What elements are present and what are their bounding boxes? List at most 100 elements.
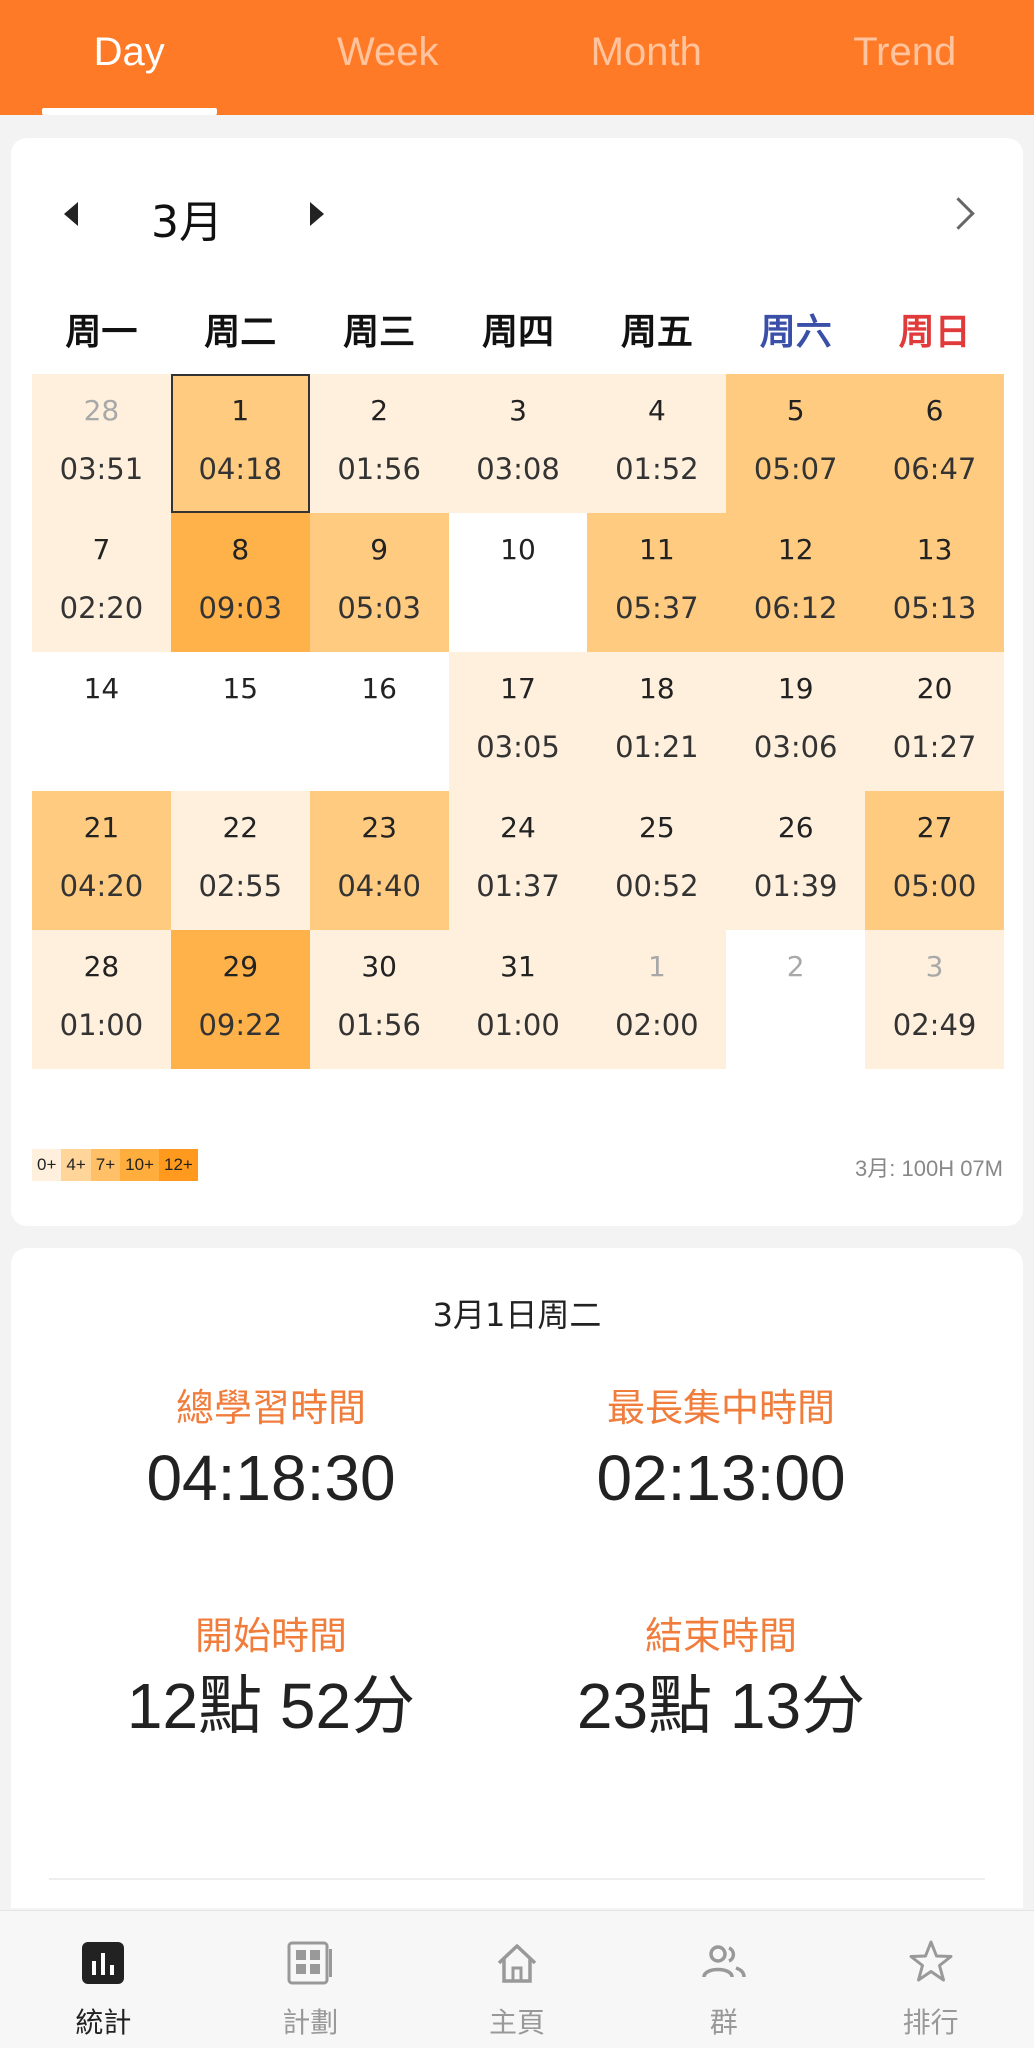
legend-level-0: 0+ (32, 1149, 62, 1181)
nav-home[interactable]: 主頁 (414, 1911, 621, 2048)
calendar-day-cell[interactable]: 22 02:55 (170, 791, 310, 930)
calendar-day-cell[interactable]: 3 03:08 (448, 374, 588, 513)
calendar-day-cell[interactable]: 20 01:27 (865, 652, 1004, 791)
day-number: 26 (777, 811, 814, 844)
nav-ranking[interactable]: 排行 (827, 1911, 1034, 2048)
chevron-right-icon[interactable] (939, 190, 983, 238)
calendar-day-cell[interactable]: 17 03:05 (448, 652, 588, 791)
day-study-time: 03:06 (753, 730, 838, 764)
day-number: 28 (83, 950, 120, 983)
calendar-day-cell[interactable]: 30 01:56 (309, 930, 449, 1069)
day-number: 25 (639, 811, 675, 844)
day-number: 10 (500, 533, 536, 566)
calendar-card: 3月 周一 周二 周三 周四 周五 周六 周日 28 03:51 1 04:18 2 01… (11, 138, 1023, 1226)
weekday-tue: 周二 (204, 312, 277, 353)
day-study-time: 06:47 (892, 452, 977, 486)
tab-day[interactable]: Day (0, 0, 259, 115)
calendar-grid: 28 03:51 1 04:18 2 01:56 3 03:08 4 01:52 5 05:07 6 06… (32, 374, 1004, 1069)
longest-focus-label: 最長集中時間 (606, 1386, 835, 1430)
longest-focus-stat: 最長集中時間 02:13:00 (491, 1378, 951, 1518)
calendar-day-cell[interactable]: 21 04:20 (32, 791, 171, 930)
calendar-day-cell[interactable]: 14 (32, 652, 171, 791)
nav-group-label: 群 (709, 2006, 738, 2039)
day-study-time: 05:37 (615, 591, 699, 625)
day-number: 23 (361, 811, 397, 844)
day-study-time: 02:00 (615, 1008, 699, 1042)
calendar-day-cell[interactable]: 5 05:07 (726, 374, 866, 513)
calendar-day-cell[interactable]: 28 01:00 (32, 930, 171, 1069)
bottom-navigation: 統計 計劃 主頁 群 排行 (0, 1910, 1034, 2048)
nav-plan[interactable]: 計劃 (207, 1911, 414, 2048)
calendar-day-cell[interactable]: 2 (726, 930, 866, 1069)
day-number: 28 (83, 394, 120, 427)
end-time-stat: 結束時間 23點 13分 (491, 1606, 951, 1746)
weekday-sun: 周日 (898, 312, 971, 353)
day-number: 15 (222, 672, 259, 705)
legend-level-12: 12+ (159, 1149, 198, 1181)
total-study-time-label: 總學習時間 (175, 1386, 366, 1430)
day-study-time: 04:20 (59, 869, 144, 903)
tab-trend[interactable]: Trend (776, 0, 1034, 115)
day-number: 17 (500, 672, 536, 705)
calendar-day-cell[interactable]: 23 04:40 (309, 791, 449, 930)
day-number: 9 (370, 533, 389, 566)
calendar-day-cell[interactable]: 15 (170, 652, 310, 791)
calendar-day-cell[interactable]: 12 06:12 (726, 513, 866, 652)
day-study-time: 01:52 (615, 452, 699, 486)
calendar-day-cell[interactable]: 11 05:37 (587, 513, 727, 652)
calendar-day-cell[interactable]: 6 06:47 (865, 374, 1004, 513)
nav-group[interactable]: 群 (620, 1911, 827, 2048)
calendar-day-cell[interactable]: 9 05:03 (309, 513, 449, 652)
day-number: 31 (500, 950, 536, 983)
previous-month-arrow-icon[interactable] (57, 194, 87, 234)
calendar-day-cell[interactable]: 19 03:06 (726, 652, 866, 791)
calendar-day-cell[interactable]: 7 02:20 (32, 513, 171, 652)
calendar-day-cell[interactable]: 10 (448, 513, 588, 652)
calendar-day-cell[interactable]: 8 09:03 (170, 513, 310, 652)
calendar-day-cell[interactable]: 1 04:18 (170, 374, 310, 513)
calendar-day-cell[interactable]: 27 05:00 (865, 791, 1004, 930)
bar-chart-icon (82, 1942, 125, 1984)
tab-week[interactable]: Week (259, 0, 518, 115)
calendar-day-cell[interactable]: 29 09:22 (170, 930, 310, 1069)
calendar-header: 3月 (11, 138, 1023, 288)
calendar-day-cell[interactable]: 4 01:52 (587, 374, 727, 513)
nav-home-label: 主頁 (488, 2006, 545, 2039)
longest-focus-value: 02:13:00 (596, 1442, 846, 1514)
day-number: 6 (925, 394, 944, 427)
start-time-stat: 開始時間 12點 52分 (41, 1606, 501, 1746)
day-study-time: 05:13 (892, 591, 977, 625)
day-detail-card: 3月1日周二 總學習時間 04:18:30 最長集中時間 02:13:00 開始… (11, 1248, 1023, 1908)
day-number: 30 (361, 950, 397, 983)
calendar-day-cell[interactable]: 28 03:51 (32, 374, 171, 513)
day-study-time: 09:22 (198, 1008, 283, 1042)
day-number: 20 (916, 672, 953, 705)
day-study-time: 03:08 (476, 452, 560, 486)
legend-level-4: 4+ (61, 1149, 91, 1181)
day-study-time: 02:20 (59, 591, 144, 625)
calendar-day-cell[interactable]: 13 05:13 (865, 513, 1004, 652)
day-study-time: 06:12 (753, 591, 838, 625)
calendar-day-cell[interactable]: 31 01:00 (448, 930, 588, 1069)
calendar-day-cell[interactable]: 18 01:21 (587, 652, 727, 791)
intensity-legend: 0+ 4+ 7+ 10+ 12+ (32, 1149, 198, 1181)
day-number: 14 (83, 672, 120, 705)
weekday-thu: 周四 (482, 312, 555, 353)
day-number: 21 (83, 811, 120, 844)
tab-month[interactable]: Month (517, 0, 776, 115)
next-month-arrow-icon[interactable] (301, 194, 331, 234)
nav-stats[interactable]: 統計 (0, 1911, 207, 2048)
day-number: 18 (639, 672, 675, 705)
calendar-day-cell[interactable]: 3 02:49 (865, 930, 1004, 1069)
calendar-day-cell[interactable]: 25 00:52 (587, 791, 727, 930)
month-total-time: 3月: 100H 07M (855, 1156, 1003, 1181)
calendar-day-cell[interactable]: 2 01:56 (309, 374, 449, 513)
nav-ranking-label: 排行 (902, 2006, 959, 2039)
day-study-time: 01:56 (337, 452, 421, 486)
calendar-day-cell[interactable]: 26 01:39 (726, 791, 866, 930)
weekday-mon: 周一 (65, 312, 138, 353)
calendar-day-cell[interactable]: 1 02:00 (587, 930, 727, 1069)
calendar-day-cell[interactable]: 16 (309, 652, 449, 791)
day-number: 7 (92, 533, 111, 566)
calendar-day-cell[interactable]: 24 01:37 (448, 791, 588, 930)
